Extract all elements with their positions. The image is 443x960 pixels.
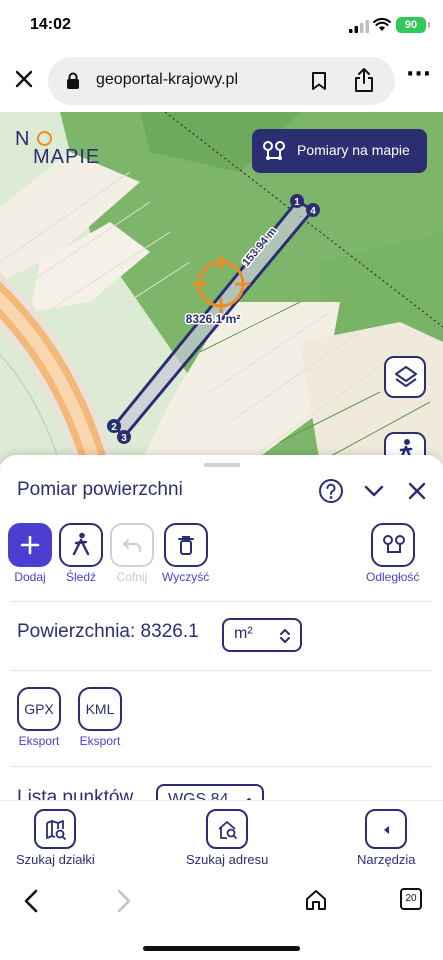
divider [10, 766, 433, 767]
route-icon [382, 535, 405, 553]
search-parcel-button[interactable] [34, 809, 77, 849]
export-kml[interactable]: KML Eksport [78, 687, 122, 748]
walking-icon [72, 532, 90, 556]
export-kml-label: Eksport [79, 734, 121, 748]
browser-address-bar: geoportal-krajowy.pl ··· [0, 50, 443, 112]
divider [10, 670, 433, 671]
crs-value: WGS 84 [168, 791, 229, 800]
app-logo[interactable]: NO N MAPIE [15, 128, 115, 168]
vertex-label: 2 [111, 422, 117, 433]
logo-ring-icon [37, 131, 52, 146]
more-options-icon[interactable]: ··· [406, 64, 432, 90]
close-panel-icon[interactable] [406, 480, 428, 502]
crs-select[interactable]: WGS 84 [156, 784, 264, 800]
status-bar: 14:02 90 [0, 0, 443, 50]
measurement-panel: Pomiar powierzchni Dodaj Śledź Cofnij Wy… [0, 455, 443, 800]
clear-label: Wyczyść [162, 570, 210, 584]
layers-button[interactable] [384, 356, 426, 398]
route-icon [263, 141, 285, 160]
wifi-icon [373, 18, 391, 31]
select-arrows-icon [280, 629, 290, 643]
distance-label: Odległość [366, 570, 420, 584]
panel-title: Pomiar powierzchni [17, 479, 183, 500]
vertex-label: 1 [294, 197, 300, 208]
status-time: 14:02 [30, 16, 71, 33]
lock-icon [67, 72, 79, 89]
clear-button[interactable] [163, 523, 208, 567]
vertex-label: 3 [121, 433, 127, 444]
signal-icon [349, 20, 369, 33]
forward-icon[interactable] [115, 888, 133, 914]
app-bottom-nav: Szukaj działki Szukaj adresu Narzędzia [0, 800, 443, 874]
home-icon[interactable] [304, 888, 328, 912]
plus-icon [20, 535, 40, 555]
browser-toolbar: 20 [0, 874, 443, 960]
track-button[interactable] [59, 523, 103, 567]
tools-label: Narzędzia [357, 852, 416, 867]
vertex-label: 4 [310, 206, 316, 217]
undo-icon [122, 538, 142, 553]
nav-search-parcel[interactable]: Szukaj działki [16, 809, 95, 867]
logo-text-bottom: MAPIE [33, 146, 101, 168]
sheet-drag-handle[interactable] [204, 463, 240, 467]
undo-label: Cofnij [116, 570, 148, 584]
chevron-down-icon[interactable] [363, 482, 385, 500]
search-address-button[interactable] [206, 809, 249, 849]
nav-search-address[interactable]: Szukaj adresu [186, 809, 268, 867]
help-icon[interactable] [318, 478, 344, 504]
trash-icon [177, 536, 194, 555]
undo-button[interactable] [110, 523, 154, 567]
tool-track[interactable]: Śledź [59, 523, 103, 584]
home-search-icon [218, 821, 238, 839]
url-text: geoportal-krajowy.pl [96, 71, 238, 88]
layers-icon [395, 366, 417, 387]
map-view[interactable]: 1 4 2 3 153.94 m 8326.1 m² NO N MAPIE Po… [0, 112, 443, 464]
tools-button[interactable] [365, 809, 408, 849]
home-indicator [143, 946, 300, 951]
close-icon[interactable] [12, 67, 36, 91]
points-list-label: Lista punktów [17, 787, 134, 800]
url-field[interactable]: geoportal-krajowy.pl [48, 57, 395, 105]
divider [10, 601, 433, 602]
tabs-button[interactable]: 20 [400, 888, 422, 910]
add-label: Dodaj [14, 570, 46, 584]
tool-undo[interactable]: Cofnij [110, 523, 154, 584]
battery-indicator: 90 [396, 17, 430, 33]
area-value: Powierzchnia: 8326.1 [17, 621, 199, 642]
tool-clear[interactable]: Wyczyść [162, 523, 209, 584]
measure-button-label: Pomiary na mapie [297, 142, 410, 158]
export-gpx-button[interactable]: GPX [17, 687, 61, 731]
back-icon[interactable] [22, 888, 40, 914]
search-parcel-label: Szukaj działki [16, 852, 95, 867]
export-kml-button[interactable]: KML [78, 687, 122, 731]
caret-left-icon [384, 826, 390, 834]
bookmark-icon[interactable] [310, 71, 328, 91]
export-gpx[interactable]: GPX Eksport [17, 687, 61, 748]
area-map-label: 8326.1 m² [186, 312, 241, 326]
tool-add[interactable]: Dodaj [8, 523, 52, 584]
distance-button[interactable] [370, 523, 415, 567]
unit-value: m² [234, 625, 253, 642]
unit-select[interactable]: m² [222, 618, 302, 652]
search-address-label: Szukaj adresu [186, 852, 269, 867]
tool-distance[interactable]: Odległość [366, 523, 419, 584]
measure-on-map-button[interactable]: Pomiary na mapie [252, 129, 427, 173]
add-button[interactable] [8, 523, 52, 567]
track-label: Śledź [65, 570, 97, 584]
nav-tools[interactable]: Narzędzia [357, 809, 416, 867]
map-search-icon [46, 820, 67, 840]
share-icon[interactable] [353, 67, 375, 93]
export-gpx-label: Eksport [18, 734, 60, 748]
